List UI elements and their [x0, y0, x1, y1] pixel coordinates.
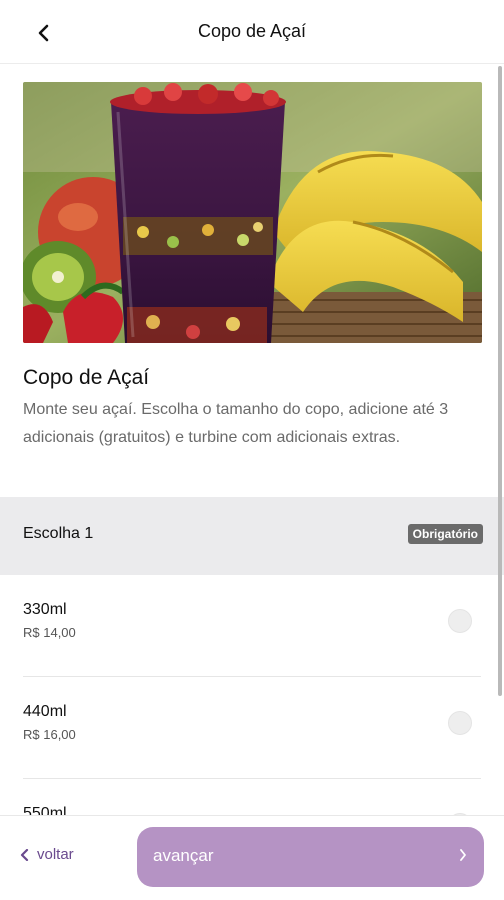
option-price: R$ 14,00 — [23, 625, 76, 640]
next-button-label: avançar — [153, 846, 214, 865]
bottom-bar: voltar avançar — [0, 815, 504, 900]
chevron-right-icon — [460, 849, 466, 861]
back-link-label: voltar — [37, 846, 74, 863]
option-group-title: Escolha 1 — [23, 525, 94, 542]
product-description: Monte seu açaí. Escolha o tamanho do cop… — [23, 401, 449, 446]
scrollbar[interactable] — [498, 66, 502, 696]
option-radio[interactable] — [448, 711, 472, 735]
option-group-header: Escolha 1 Obrigatório — [0, 497, 504, 575]
option-radio[interactable] — [448, 609, 472, 633]
option-name: 330ml — [23, 601, 67, 618]
top-bar: Copo de Açaí — [0, 0, 504, 64]
product-name: Copo de Açaí — [23, 366, 150, 389]
page-title: Copo de Açaí — [197, 21, 307, 41]
required-badge: Obrigatório — [407, 524, 483, 544]
option-item[interactable]: 330ml R$ 14,00 — [23, 575, 481, 677]
product-image — [23, 82, 482, 343]
option-price: R$ 16,00 — [23, 727, 76, 742]
back-link[interactable]: voltar — [20, 846, 74, 863]
option-item[interactable]: 440ml R$ 16,00 — [23, 677, 481, 779]
next-button[interactable]: avançar — [137, 827, 484, 887]
option-name: 440ml — [23, 703, 67, 720]
chevron-left-icon — [20, 848, 29, 861]
